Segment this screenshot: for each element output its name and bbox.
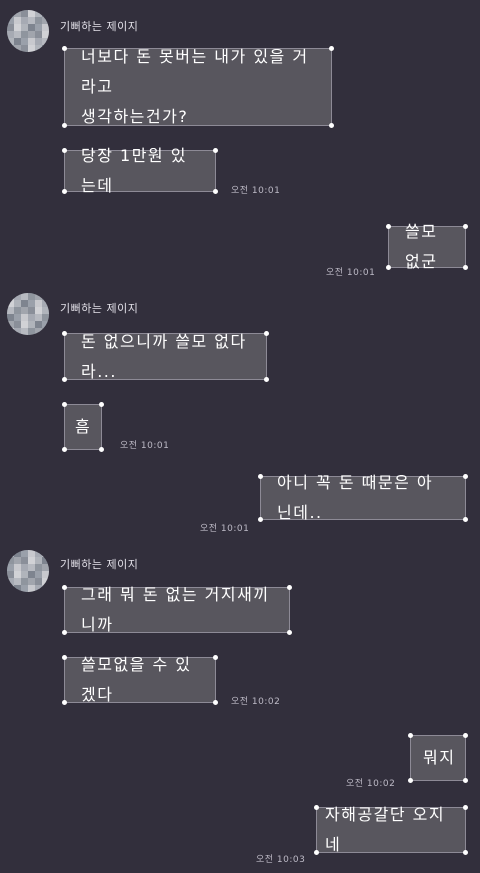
corner-dot <box>62 447 67 452</box>
corner-dot <box>213 148 218 153</box>
corner-dot <box>463 805 468 810</box>
message-bubble-sent[interactable]: 뭐지 <box>408 733 468 783</box>
message-timestamp: 오전 10:02 <box>346 779 396 789</box>
corner-dot <box>62 46 67 51</box>
corner-dot <box>386 224 391 229</box>
corner-dot <box>258 517 263 522</box>
corner-dot <box>62 585 67 590</box>
corner-dot <box>314 805 319 810</box>
corner-dot <box>213 700 218 705</box>
corner-dot <box>386 265 391 270</box>
corner-dot <box>329 123 334 128</box>
corner-dot <box>213 655 218 660</box>
message-timestamp: 오전 10:03 <box>256 855 306 865</box>
corner-dot <box>62 655 67 660</box>
corner-dot <box>408 733 413 738</box>
corner-dot <box>62 630 67 635</box>
corner-dot <box>314 850 319 855</box>
sender-avatar[interactable] <box>7 10 49 52</box>
corner-dot <box>62 402 67 407</box>
corner-dot <box>463 265 468 270</box>
message-timestamp: 오전 10:01 <box>326 268 376 278</box>
corner-dot <box>287 585 292 590</box>
corner-dot <box>213 189 218 194</box>
corner-dot <box>99 447 104 452</box>
corner-dot <box>62 700 67 705</box>
message-text: 아니 꼭 돈 때문은 아닌데.. <box>277 473 434 522</box>
sender-name: 기뻐하는 제이지 <box>60 302 139 315</box>
corner-dot <box>408 778 413 783</box>
message-bubble-received[interactable]: 쓸모없을 수 있겠다 <box>62 655 218 705</box>
message-text: 쓸모없군 <box>405 222 438 271</box>
message-text: 당장 1만원 있는데 <box>81 146 187 195</box>
message-timestamp: 오전 10:02 <box>231 697 281 707</box>
message-text: 쓸모없을 수 있겠다 <box>81 655 192 704</box>
corner-dot <box>329 46 334 51</box>
message-bubble-received[interactable]: 돈 없으니까 쓸모 없다라... <box>62 331 269 382</box>
message-text: 자해공갈단 오지네 <box>325 805 446 854</box>
corner-dot <box>62 377 67 382</box>
message-bubble-received[interactable]: 너보다 돈 못버는 내가 있을 거라고 생각하는건가? <box>62 46 334 128</box>
chat-screen: 기뻐하는 제이지 너보다 돈 못버는 내가 있을 거라고 생각하는건가? 당장 … <box>0 0 480 873</box>
corner-dot <box>99 402 104 407</box>
corner-dot <box>258 474 263 479</box>
message-text: 돈 없으니까 쓸모 없다라... <box>81 331 247 381</box>
message-bubble-received[interactable]: 그래 뭐 돈 없는 거지새끼니까 <box>62 585 292 635</box>
message-text: 너보다 돈 못버는 내가 있을 거라고 생각하는건가? <box>81 47 309 126</box>
message-bubble-received[interactable]: 당장 1만원 있는데 <box>62 146 218 195</box>
message-bubble-sent[interactable]: 아니 꼭 돈 때문은 아닌데.. <box>258 473 468 522</box>
corner-dot <box>463 733 468 738</box>
corner-dot <box>62 148 67 153</box>
message-text: 흠 <box>75 417 92 436</box>
corner-dot <box>463 517 468 522</box>
corner-dot <box>62 189 67 194</box>
message-bubble-sent[interactable]: 자해공갈단 오지네 <box>314 805 468 855</box>
message-bubble-sent[interactable]: 쓸모없군 <box>386 222 468 271</box>
corner-dot <box>463 778 468 783</box>
message-text: 그래 뭐 돈 없는 거지새끼니까 <box>81 585 270 634</box>
corner-dot <box>264 377 269 382</box>
sender-avatar[interactable] <box>7 550 49 592</box>
message-timestamp: 오전 10:01 <box>120 441 170 451</box>
message-bubble-received[interactable]: 흠 <box>62 402 104 452</box>
corner-dot <box>264 331 269 336</box>
corner-dot <box>62 123 67 128</box>
corner-dot <box>287 630 292 635</box>
sender-avatar[interactable] <box>7 293 49 335</box>
corner-dot <box>463 474 468 479</box>
sender-name: 기뻐하는 제이지 <box>60 558 139 571</box>
corner-dot <box>62 331 67 336</box>
message-timestamp: 오전 10:01 <box>231 186 281 196</box>
message-timestamp: 오전 10:01 <box>200 524 250 534</box>
corner-dot <box>463 224 468 229</box>
sender-name: 기뻐하는 제이지 <box>60 20 139 33</box>
message-text: 뭐지 <box>423 748 456 767</box>
corner-dot <box>463 850 468 855</box>
